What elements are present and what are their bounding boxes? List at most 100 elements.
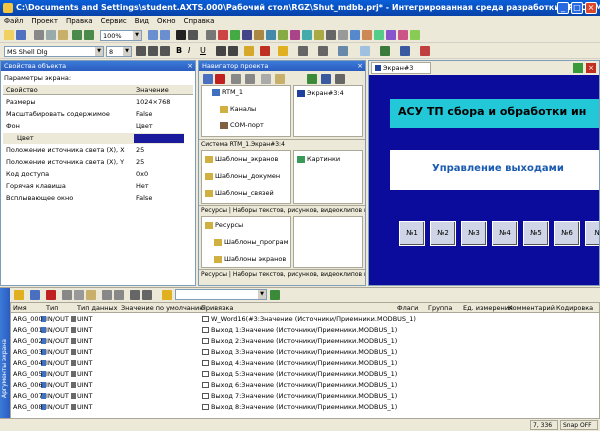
tree-item-doc-templates[interactable]: Шаблоны_докумен [205,172,280,180]
output-button[interactable]: №6 [554,221,580,246]
arrow-style-icon[interactable] [338,46,348,56]
table-row[interactable]: ARG_000 IN/OUT UINT W_Word16(#3:Значение (И… [11,314,599,324]
property-row[interactable]: Цвет [3,133,184,144]
property-row[interactable]: Масштабировать содержимое False [3,109,184,120]
save-icon[interactable] [16,30,26,40]
delete-icon[interactable] [46,290,56,300]
delete-icon[interactable] [215,74,225,84]
output-button[interactable]: №1 [399,221,425,246]
font-select[interactable]: MS Shell Dlg ▼ [4,46,104,57]
color-swatch[interactable] [134,134,184,143]
snap-icon[interactable] [188,30,198,40]
minimize-icon[interactable]: _ [557,2,569,14]
align-left-icon[interactable] [136,46,146,56]
table-row[interactable]: ARG_006 IN/OUT UINT Выход 6:Значение (Источ… [11,380,599,390]
group-icon[interactable] [338,30,348,40]
copy-icon[interactable] [74,290,84,300]
menu-view[interactable]: Вид [131,16,153,26]
table-row[interactable]: ARG_007 IN/OUT UINT Выход 7:Значение (Источ… [11,391,599,401]
bold-icon[interactable]: B [176,46,186,56]
line-color-icon[interactable] [260,46,270,56]
rotate-icon[interactable] [374,30,384,40]
table-row[interactable]: ARG_005 IN/OUT UINT Выход 5:Значение (Источ… [11,369,599,379]
move-down-icon[interactable] [142,290,152,300]
output-button[interactable]: №2 [430,221,456,246]
output-button[interactable]: №3 [461,221,487,246]
tab-screen[interactable]: Экран#3 [371,62,431,74]
grid-column-header[interactable]: Ед. измерения [463,304,513,312]
grid-column-header[interactable]: Группа [428,304,452,312]
filter-input[interactable]: ▼ [175,289,267,300]
insert-icon[interactable] [30,290,40,300]
grid-column-header[interactable]: Кодировка [556,304,593,312]
menu-project[interactable]: Проект [27,16,62,26]
menu-window[interactable]: Окно [153,16,180,26]
tree-item-program-templates[interactable]: Шаблоны_програм [214,238,289,246]
arrow-icon[interactable] [326,30,336,40]
property-row[interactable]: Положение источника света (X), Y 25 [3,157,184,168]
tree-item-channels[interactable]: Каналы [220,105,256,113]
move-up-icon[interactable] [130,290,140,300]
tree-item-com[interactable]: COM-порт [220,121,264,129]
grid-column-header[interactable]: Флаги [397,304,418,312]
pointer-icon[interactable] [206,30,216,40]
zoom-out-icon[interactable] [160,30,170,40]
line-width-icon[interactable] [318,46,328,56]
binoculars-icon[interactable] [162,290,172,300]
copy-icon[interactable] [46,30,56,40]
font-color-icon[interactable] [278,46,288,56]
order-icon[interactable] [362,30,372,40]
paste-icon[interactable] [86,290,96,300]
grid-column-header[interactable]: Значение по умолчанию [121,304,205,312]
cut-icon[interactable] [62,290,72,300]
apply-filter-icon[interactable] [270,290,280,300]
grid-column-header[interactable]: Тип данных [77,304,117,312]
add-icon[interactable] [14,290,24,300]
run-icon[interactable] [410,30,420,40]
align-top-icon[interactable] [216,46,226,56]
cut-icon[interactable] [34,30,44,40]
animation-icon[interactable] [398,30,408,40]
settings-icon[interactable] [335,74,345,84]
tree-item-resources[interactable]: Ресурсы [205,221,243,229]
property-row[interactable]: Положение источника света (X), X 25 [3,145,184,156]
maximize-icon[interactable]: □ [571,2,583,14]
restore-icon[interactable] [573,63,583,73]
output-button[interactable]: № [585,221,599,246]
italic-icon[interactable]: I [188,46,198,56]
align-right-icon[interactable] [160,46,170,56]
grid-column-header[interactable]: Привязка [201,304,233,312]
align-center-icon[interactable] [148,46,158,56]
menu-edit[interactable]: Правка [62,16,97,26]
grid-column-header[interactable]: Комментарий [508,304,555,312]
underline-icon[interactable]: U [200,46,210,56]
font-size-select[interactable]: 8 ▼ [106,46,132,57]
list-item-pictures[interactable]: Картинки [297,155,340,163]
grid-icon[interactable] [176,30,186,40]
image-icon[interactable] [278,30,288,40]
flip-icon[interactable] [386,30,396,40]
pane-close-icon[interactable]: × [357,62,363,70]
table-icon[interactable] [314,30,324,40]
paste-icon[interactable] [275,74,285,84]
table-row[interactable]: ARG_008 IN/OUT UINT Выход 8:Значение (Источ… [11,402,599,412]
copy-icon[interactable] [261,74,271,84]
property-row[interactable]: Фон Цвет [3,121,184,132]
property-row[interactable]: Размеры 1024×768 [3,97,184,108]
property-row[interactable]: Всплывающее окно False [3,193,184,204]
button-icon[interactable] [290,30,300,40]
list-item-screen[interactable]: Экран#3:4 [297,89,344,97]
property-row[interactable]: Код доступа 0x0 [3,169,184,180]
fill-color-icon[interactable] [244,46,254,56]
output-button[interactable]: №4 [492,221,518,246]
zoom-in-icon[interactable] [148,30,158,40]
open-icon[interactable] [4,30,14,40]
table-row[interactable]: ARG_004 IN/OUT UINT Выход 4:Значение (Источ… [11,358,599,368]
redo-icon[interactable] [114,290,124,300]
layers-icon[interactable] [400,46,410,56]
table-row[interactable]: ARG_002 IN/OUT UINT Выход 2:Значение (Источ… [11,336,599,346]
new-icon[interactable] [203,74,213,84]
polygon-icon[interactable] [266,30,276,40]
align-middle-icon[interactable] [228,46,238,56]
gradient-icon[interactable] [360,46,370,56]
